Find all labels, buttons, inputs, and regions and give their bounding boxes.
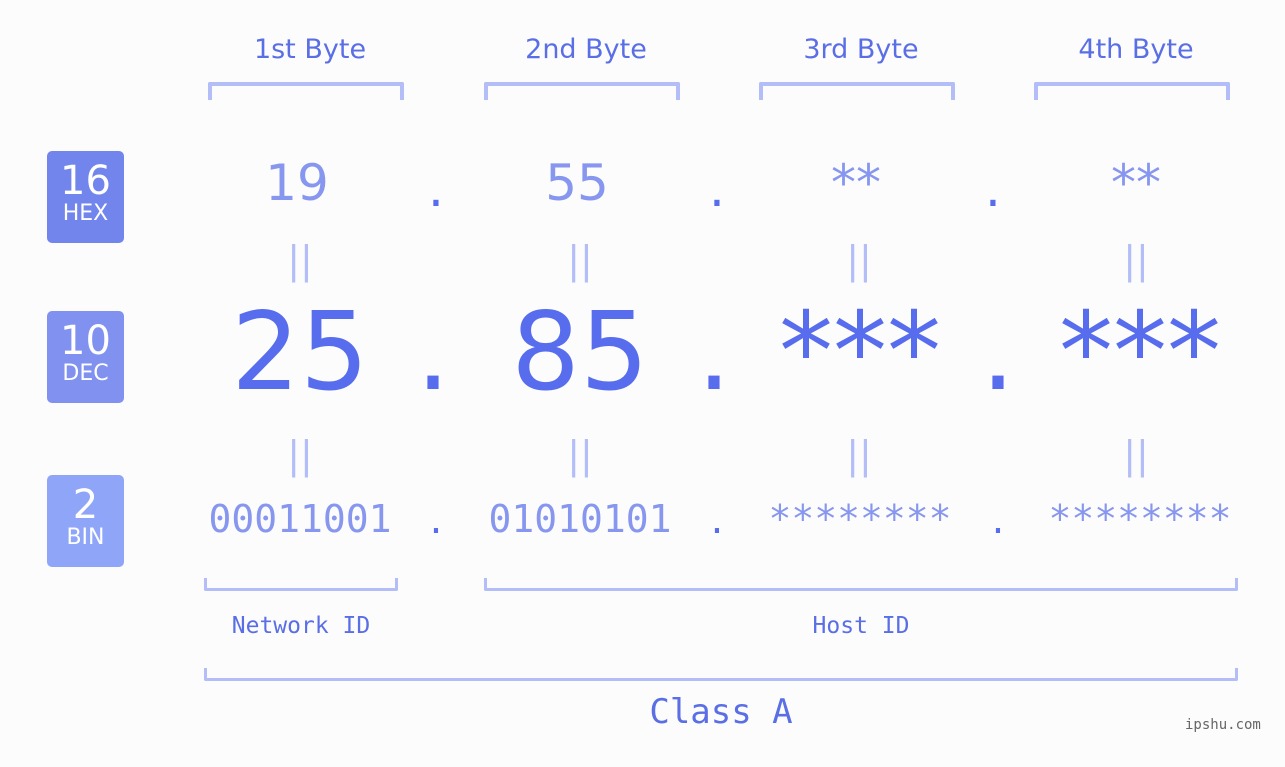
hex-byte-2: 55: [545, 154, 609, 212]
dec-base-number: 10: [60, 318, 111, 364]
hex-byte-1: 19: [265, 154, 329, 212]
network-id-bracket: [204, 578, 398, 591]
watermark: ipshu.com: [1185, 717, 1261, 733]
equals-dec-bin-3: ||: [846, 433, 872, 477]
bin-dot-2: .: [710, 497, 724, 543]
bin-badge: 2 BIN: [47, 475, 124, 567]
bin-base-unit: BIN: [66, 525, 105, 550]
equals-hex-dec-1: ||: [287, 238, 313, 282]
dec-byte-3: ***: [779, 290, 941, 415]
hex-base-unit: HEX: [62, 201, 109, 226]
hex-dot-3: .: [985, 160, 1001, 218]
bin-dot-1: .: [429, 497, 443, 543]
equals-dec-bin-4: ||: [1123, 433, 1149, 477]
bin-dot-3: .: [991, 497, 1005, 543]
dec-dot-1: .: [415, 290, 451, 415]
dec-byte-2: 85: [511, 290, 649, 415]
dec-dot-3: .: [980, 290, 1016, 415]
equals-hex-dec-4: ||: [1123, 238, 1149, 282]
bin-byte-4: ********: [1048, 497, 1232, 541]
bin-byte-3: ********: [768, 497, 952, 541]
byte-label-4: 4th Byte: [1078, 34, 1194, 65]
byte-bracket-4: [1034, 82, 1230, 100]
bin-byte-2: 01010101: [488, 497, 672, 541]
dec-base-unit: DEC: [62, 361, 109, 386]
class-bracket: [204, 668, 1238, 681]
hex-dot-1: .: [428, 160, 444, 218]
host-id-label: Host ID: [812, 613, 910, 639]
byte-bracket-1: [208, 82, 404, 100]
hex-byte-4: **: [1111, 154, 1161, 212]
byte-label-1: 1st Byte: [253, 34, 367, 65]
dec-byte-1: 25: [231, 290, 369, 415]
byte-bracket-3: [759, 82, 955, 100]
hex-base-number: 16: [60, 158, 111, 204]
dec-dot-2: .: [696, 290, 732, 415]
equals-hex-dec-3: ||: [846, 238, 872, 282]
bin-base-number: 2: [72, 482, 99, 528]
dec-badge: 10 DEC: [47, 311, 124, 403]
byte-bracket-2: [484, 82, 680, 100]
equals-hex-dec-2: ||: [567, 238, 593, 282]
equals-dec-bin-2: ||: [567, 433, 593, 477]
class-label: Class A: [649, 692, 793, 732]
hex-badge: 16 HEX: [47, 151, 124, 243]
network-id-label: Network ID: [231, 613, 371, 639]
hex-byte-3: **: [831, 154, 881, 212]
bin-byte-1: 00011001: [208, 497, 392, 541]
host-id-bracket: [484, 578, 1238, 591]
byte-label-3: 3rd Byte: [803, 34, 919, 65]
dec-byte-4: ***: [1059, 290, 1221, 415]
hex-dot-2: .: [709, 160, 725, 218]
equals-dec-bin-1: ||: [287, 433, 313, 477]
byte-label-2: 2nd Byte: [525, 34, 647, 65]
